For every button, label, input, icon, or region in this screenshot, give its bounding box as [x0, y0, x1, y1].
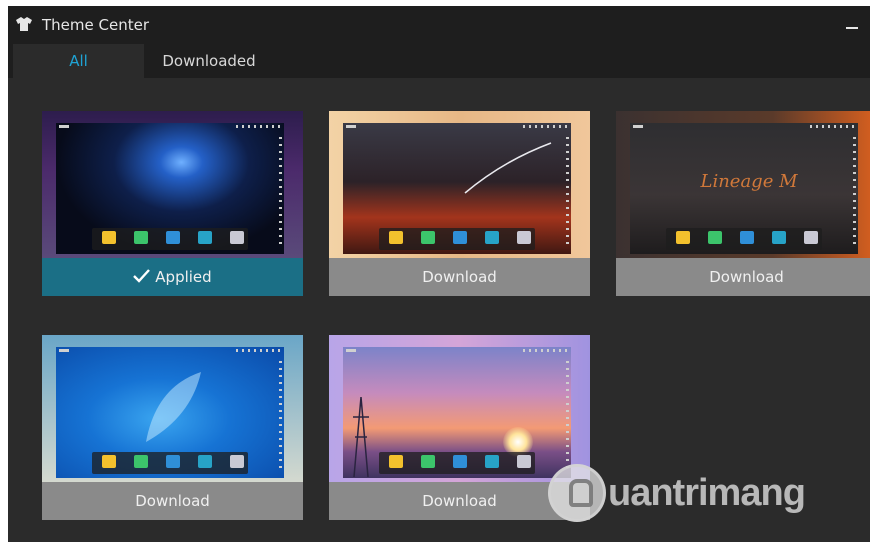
applied-button[interactable]: Applied	[42, 258, 303, 296]
bulb-logo-icon	[548, 464, 606, 522]
download-button[interactable]: Download	[329, 258, 590, 296]
window-title: Theme Center	[42, 16, 149, 34]
download-button[interactable]: Download	[616, 258, 870, 296]
shirt-icon	[16, 17, 32, 31]
theme-card-feather[interactable]: Download	[42, 335, 303, 520]
applied-label: Applied	[155, 268, 212, 286]
theme-card-lineage[interactable]: Lineage M Download	[616, 111, 870, 296]
title-bar: Theme Center	[8, 6, 870, 44]
tab-all[interactable]: All	[13, 44, 144, 78]
tab-downloaded[interactable]: Downloaded	[144, 44, 274, 78]
download-button[interactable]: Download	[42, 482, 303, 520]
tab-bar: All Downloaded	[8, 44, 870, 78]
comet-graphic	[464, 142, 552, 194]
theme-preview	[329, 335, 590, 482]
theme-card-comet[interactable]: Download	[329, 111, 590, 296]
watermark: uantrimang	[546, 462, 842, 526]
theme-preview	[42, 335, 303, 482]
minimize-button[interactable]	[846, 19, 858, 31]
watermark-text: uantrimang	[608, 472, 806, 514]
power-tower-graphic	[353, 397, 369, 477]
check-icon	[133, 269, 151, 283]
theme-card-galaxy[interactable]: Applied	[42, 111, 303, 296]
theme-preview	[329, 111, 590, 258]
theme-preview	[42, 111, 303, 258]
theme-preview: Lineage M	[616, 111, 870, 258]
feather-graphic	[146, 372, 201, 442]
lineage-logo: Lineage M	[700, 171, 798, 192]
